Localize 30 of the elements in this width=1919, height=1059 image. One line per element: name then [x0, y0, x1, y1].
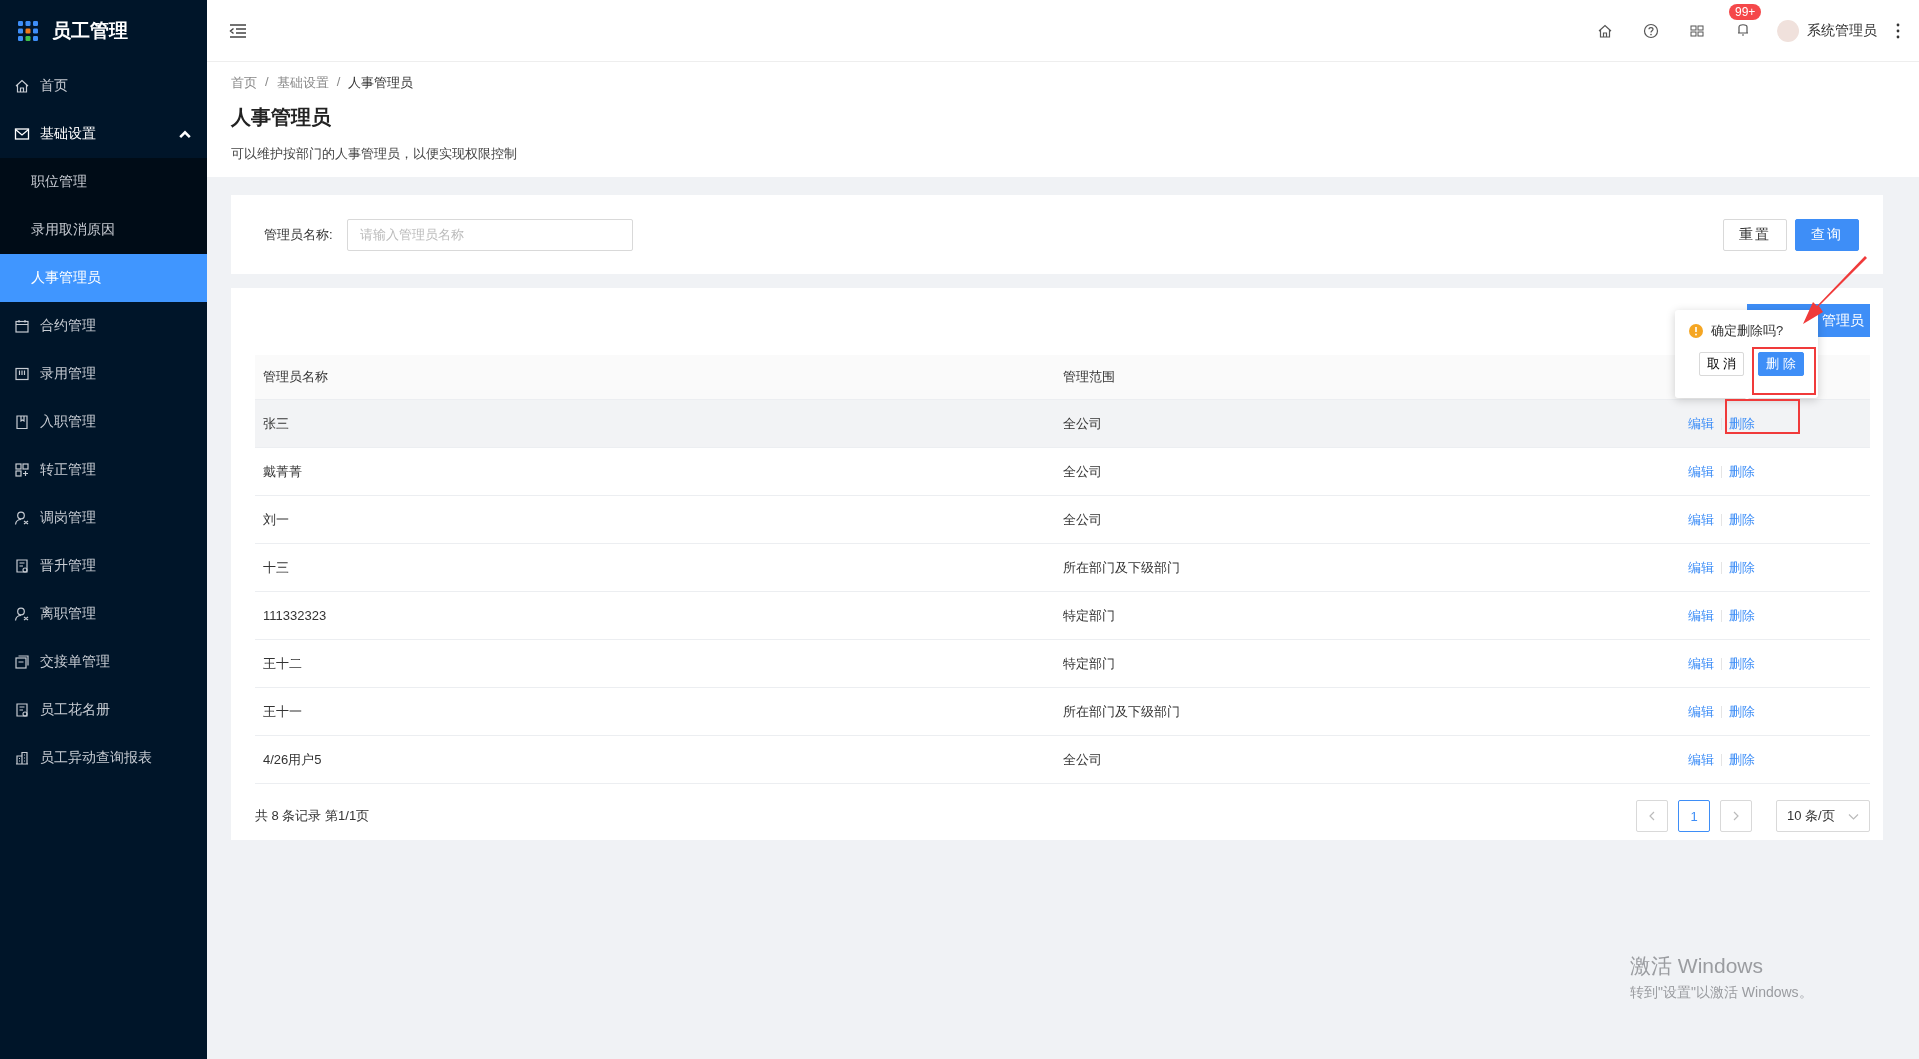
column-header: 管理范围 [1062, 368, 1116, 386]
breadcrumb-item: 人事管理员 [348, 74, 414, 92]
breadcrumb-separator: / [336, 74, 341, 91]
table-cell-text: 张三 [262, 414, 290, 433]
page-title: 人事管理员 [231, 105, 332, 130]
table-cell-text: 全公司 [1062, 510, 1103, 529]
table-cell-text: 全公司 [1062, 462, 1103, 481]
table-cell-text: 刘一 [262, 510, 290, 529]
table-cell-text: 所在部门及下级部门 [1062, 558, 1181, 577]
table-cell-text: 特定部门 [1062, 654, 1116, 673]
confirm-message: 确定删除吗? [1711, 322, 1784, 340]
table-cell-text: 十三 [262, 558, 290, 577]
pagination-summary: 共 8 条记录 第1/1页 [255, 807, 370, 825]
notification-badge: 99+ [1729, 4, 1762, 20]
table-cell-text: 全公司 [1062, 414, 1103, 433]
table-cell-text: 特定部门 [1062, 606, 1116, 625]
table-cell-text: 111332323 [262, 608, 328, 623]
table-cell-text: 所在部门及下级部门 [1062, 702, 1181, 721]
table-cell-text: 4/26用户5 [262, 750, 323, 769]
breadcrumb-separator: / [265, 74, 269, 91]
column-header: 管理员名称 [262, 368, 329, 386]
table-cell-text: 戴菁菁 [262, 462, 303, 481]
notice-title: 激活 Windows [1630, 953, 1765, 979]
field-label: 管理员名称: [264, 225, 333, 244]
page-description: 可以维护按部门的人事管理员，以便实现权限控制 [231, 145, 518, 163]
table-cell-text: 全公司 [1062, 750, 1103, 769]
app-title: 员工管理 [52, 19, 128, 43]
table-cell-text: 王十一 [262, 702, 303, 721]
table-cell-text: 王十二 [262, 654, 303, 673]
notice-subtitle: 转到"设置"以激活 Windows。 [1630, 984, 1813, 1002]
